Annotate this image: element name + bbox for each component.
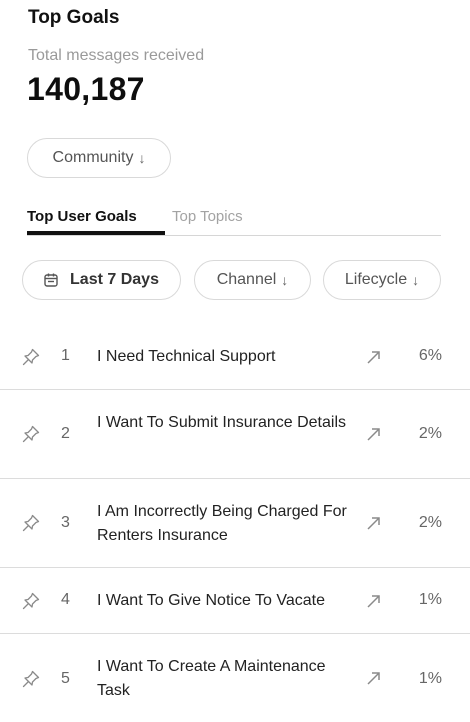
active-tab-indicator [27, 231, 165, 235]
goal-row[interactable]: 5 I Want To Create A Maintenance Task 1% [0, 634, 470, 722]
goal-text: I Want To Give Notice To Vacate [97, 592, 325, 609]
goal-rank: 5 [61, 670, 70, 687]
page-title: Top Goals [28, 7, 120, 28]
goal-percentage: 6% [418, 347, 442, 364]
goal-text: I Am Incorrectly Being Charged For Rente… [97, 503, 347, 544]
pin-icon[interactable] [21, 347, 41, 367]
community-filter-label: Community [52, 149, 134, 166]
trend-up-icon [367, 428, 380, 441]
goal-percentage: 2% [418, 514, 442, 531]
pin-icon[interactable] [21, 669, 41, 689]
goal-row[interactable]: 3 I Am Incorrectly Being Charged For Ren… [0, 479, 470, 568]
goal-percentage: 1% [418, 670, 442, 687]
goal-text: I Want To Submit Insurance Details [97, 414, 346, 431]
goal-rank: 2 [61, 425, 70, 442]
goal-tabs: Top User Goals Top Topics [27, 206, 441, 236]
date-range-label: Last 7 Days [70, 271, 159, 288]
community-filter-button[interactable]: Community ↓ [27, 138, 171, 178]
calendar-icon [44, 273, 58, 287]
lifecycle-filter-button[interactable]: Lifecycle ↓ [323, 260, 441, 300]
goal-percentage: 1% [418, 591, 442, 608]
goal-text: I Need Technical Support [97, 348, 276, 365]
channel-filter-button[interactable]: Channel ↓ [194, 260, 311, 300]
goal-row[interactable]: 1 I Need Technical Support 6% [0, 324, 470, 390]
lifecycle-filter-label: Lifecycle [344, 271, 408, 288]
pin-icon[interactable] [21, 513, 41, 533]
goal-row[interactable]: 2 I Want To Submit Insurance Details 2% [0, 390, 470, 479]
trend-up-icon [367, 595, 380, 608]
trend-up-icon [367, 672, 380, 685]
trend-up-icon [367, 517, 380, 530]
trend-up-icon [367, 351, 380, 364]
pin-icon[interactable] [21, 424, 41, 444]
goal-text: I Want To Create A Maintenance Task [97, 658, 326, 699]
arrow-down-icon: ↓ [412, 272, 420, 288]
total-messages-label: Total messages received [28, 47, 205, 64]
arrow-down-icon: ↓ [281, 272, 289, 288]
goal-rank: 3 [61, 514, 70, 531]
date-range-button[interactable]: Last 7 Days [22, 260, 181, 300]
tab-top-topics[interactable]: Top Topics [172, 208, 243, 225]
channel-filter-label: Channel [216, 271, 277, 288]
arrow-down-icon: ↓ [138, 150, 146, 166]
pin-icon[interactable] [21, 591, 41, 611]
total-messages-value: 140,187 [27, 71, 145, 107]
goal-percentage: 2% [418, 425, 442, 442]
goal-row[interactable]: 4 I Want To Give Notice To Vacate 1% [0, 568, 470, 634]
goal-rank: 4 [61, 591, 70, 608]
goal-rank: 1 [61, 347, 70, 364]
tab-top-user-goals[interactable]: Top User Goals [27, 208, 137, 225]
